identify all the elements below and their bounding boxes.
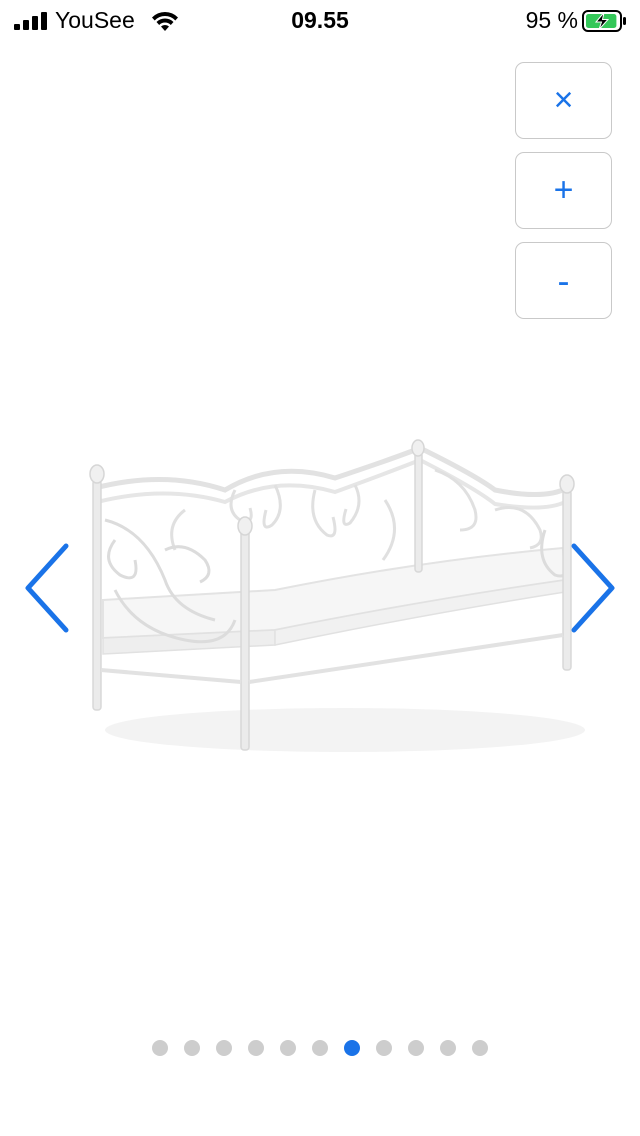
zoom-out-button[interactable]: - xyxy=(515,242,612,319)
pagination-dot[interactable] xyxy=(408,1040,424,1056)
pagination-dot[interactable] xyxy=(184,1040,200,1056)
close-icon: × xyxy=(553,81,574,119)
battery-charging-icon xyxy=(582,10,626,32)
previous-image-button[interactable] xyxy=(18,540,74,636)
chevron-right-icon xyxy=(571,543,615,633)
product-image[interactable] xyxy=(75,430,595,770)
pagination-dot[interactable] xyxy=(376,1040,392,1056)
battery-percentage: 95 % xyxy=(525,7,578,33)
pagination-dot[interactable] xyxy=(152,1040,168,1056)
close-button[interactable]: × xyxy=(515,62,612,139)
zoom-in-button[interactable]: + xyxy=(515,152,612,229)
next-image-button[interactable] xyxy=(566,540,622,636)
plus-icon: + xyxy=(553,171,574,209)
pagination-dot[interactable] xyxy=(312,1040,328,1056)
status-bar: YouSee 09.55 95 % xyxy=(0,0,640,44)
minus-icon: - xyxy=(557,259,570,301)
pagination-dot[interactable] xyxy=(216,1040,232,1056)
pagination-dot-active[interactable] xyxy=(344,1040,360,1056)
pagination-dot[interactable] xyxy=(472,1040,488,1056)
pagination-dot[interactable] xyxy=(248,1040,264,1056)
pagination-dot[interactable] xyxy=(440,1040,456,1056)
gallery-pagination xyxy=(0,1040,640,1060)
chevron-left-icon xyxy=(25,543,69,633)
pagination-dot[interactable] xyxy=(280,1040,296,1056)
